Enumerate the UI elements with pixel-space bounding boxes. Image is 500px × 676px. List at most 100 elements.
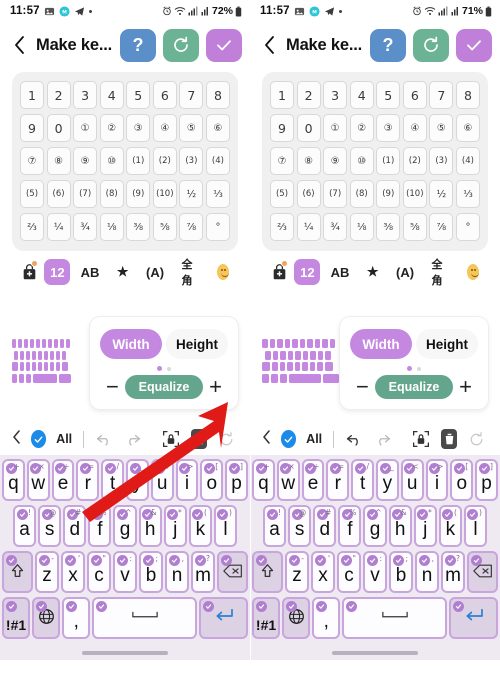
grid-key[interactable]: (4) [455,147,480,175]
grid-key[interactable]: (7) [73,180,98,208]
key-n[interactable]: ,n [415,551,439,593]
width-tab[interactable]: Width [100,329,162,359]
grid-key[interactable]: (1) [376,147,401,175]
grid-key[interactable]: ¼ [46,213,71,241]
category-fullwidth[interactable]: 全角 [174,258,204,287]
key-i[interactable]: > i [425,459,449,501]
grid-key[interactable]: 8 [205,81,230,109]
key-o[interactable]: [o [200,459,224,501]
trash-icon[interactable] [440,429,458,449]
key-d[interactable]: # d [313,505,337,547]
key-o[interactable]: [o [450,459,474,501]
category-latin[interactable]: AB [326,259,353,285]
grid-key[interactable]: (10) [152,180,177,208]
key-j[interactable]: * j [163,505,187,547]
grid-key[interactable]: ④ [402,114,427,142]
help-button[interactable]: ? [370,28,406,62]
key-m[interactable]: ? m [191,551,215,593]
symbols-key[interactable]: !#1 [2,597,31,639]
key-b[interactable]: ; b [139,551,163,593]
category-emoji[interactable] [210,259,236,285]
grid-key[interactable]: ② [99,114,124,142]
lock-key-icon[interactable] [412,428,431,450]
key-i[interactable]: > i [175,459,199,501]
key-r[interactable]: = r [326,459,350,501]
lock-key-icon[interactable] [162,428,181,450]
equalize-button[interactable]: Equalize [374,375,454,399]
grid-key[interactable]: 9 [20,114,44,142]
key-c[interactable]: " c [87,551,111,593]
grid-key[interactable]: 7 [429,81,454,109]
grid-key[interactable]: ⑨ [323,147,348,175]
shift-key[interactable] [2,551,33,593]
key-b[interactable]: ; b [389,551,413,593]
grid-key[interactable]: ⅞ [429,213,454,241]
grid-key[interactable]: ⑤ [179,114,204,142]
key-w[interactable]: × w [276,459,300,501]
grid-key[interactable]: 2 [46,81,71,109]
key-j[interactable]: * j [413,505,437,547]
language-key[interactable] [282,597,311,639]
select-all-label[interactable]: All [306,432,322,446]
key-s[interactable]: @ s [288,505,312,547]
grid-key[interactable]: (2) [152,147,177,175]
grid-key[interactable]: ¼ [296,213,321,241]
grid-key[interactable]: ⅓ [455,180,480,208]
key-a[interactable]: ! a [263,505,287,547]
minus-button[interactable]: − [106,376,119,398]
category-latin[interactable]: AB [76,259,103,285]
category-enclosed[interactable]: (A) [392,259,419,285]
grid-key[interactable]: ⅝ [402,213,427,241]
symbols-key[interactable]: !#1 [252,597,281,639]
chevron-left-icon[interactable] [12,430,21,448]
grid-key[interactable]: ⑧ [46,147,71,175]
height-tab[interactable]: Height [166,329,228,359]
key-y[interactable]: _ y [376,459,399,501]
grid-key[interactable]: 4 [349,81,374,109]
category-numbers[interactable]: 12 [294,259,321,285]
key-h[interactable]: & h [138,505,162,547]
grid-key[interactable]: (6) [46,180,71,208]
trash-icon[interactable] [190,429,208,449]
grid-key[interactable]: ° [205,213,230,241]
undo-icon[interactable] [95,428,114,450]
grid-key[interactable]: (8) [349,180,374,208]
help-button[interactable]: ? [120,28,156,62]
grid-key[interactable]: 9 [270,114,294,142]
done-button[interactable] [206,28,242,62]
grid-key[interactable]: ⅔ [270,213,294,241]
grid-key[interactable]: (3) [179,147,204,175]
equalize-button[interactable]: Equalize [124,375,204,399]
key-q[interactable]: + q [252,459,275,501]
redo-icon[interactable] [374,428,393,450]
grid-key[interactable]: ⑩ [349,147,374,175]
grid-key[interactable]: ② [349,114,374,142]
key-c[interactable]: " c [337,551,361,593]
select-all-check-icon[interactable] [281,430,297,448]
grid-key[interactable]: ⅛ [99,213,124,241]
key-k[interactable]: (k [438,505,462,547]
reset-button[interactable] [163,28,199,62]
grid-key[interactable]: ⑦ [270,147,294,175]
height-tab[interactable]: Height [416,329,478,359]
enter-key[interactable] [449,597,499,639]
grid-key[interactable]: ③ [126,114,151,142]
undo-icon[interactable] [345,428,364,450]
backspace-key[interactable] [467,551,498,593]
plus-button[interactable]: + [459,376,472,398]
key-l[interactable]: ) l [213,505,237,547]
reset-button[interactable] [413,28,449,62]
key-k[interactable]: (k [188,505,212,547]
backspace-key[interactable] [217,551,248,593]
grid-key[interactable]: 0 [46,114,71,142]
key-u[interactable]: < u [150,459,174,501]
key-p[interactable]: ] p [475,459,498,501]
grid-key[interactable]: (5) [270,180,294,208]
grid-key[interactable]: ⅝ [152,213,177,241]
grid-key[interactable]: ⅜ [126,213,151,241]
grid-key[interactable]: 6 [402,81,427,109]
grid-key[interactable]: 8 [455,81,480,109]
select-all-label[interactable]: All [56,432,72,446]
category-favorites[interactable]: ★ [110,259,136,285]
grid-key[interactable]: 4 [99,81,124,109]
